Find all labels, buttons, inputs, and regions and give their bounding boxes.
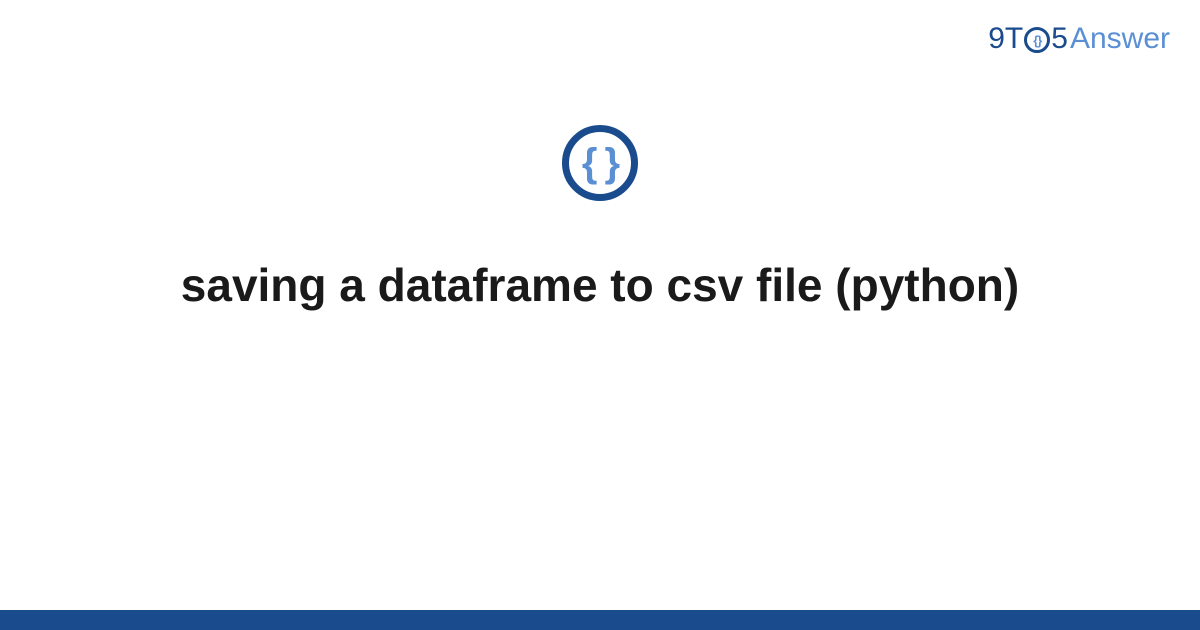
brand-text-answer: Answer bbox=[1070, 22, 1170, 56]
site-logo: 9T {} 5 Answer bbox=[988, 22, 1170, 56]
brand-text-5: 5 bbox=[1051, 22, 1068, 56]
code-braces-icon: { } bbox=[582, 141, 618, 186]
category-icon: { } bbox=[562, 125, 638, 201]
main-content: { } saving a dataframe to csv file (pyth… bbox=[0, 125, 1200, 315]
brand-text-9t: 9T bbox=[988, 22, 1023, 56]
page-title: saving a dataframe to csv file (python) bbox=[181, 256, 1019, 315]
footer-accent-bar bbox=[0, 610, 1200, 630]
brand-circle-inner: {} bbox=[1033, 33, 1041, 48]
brand-circle-icon: {} bbox=[1024, 27, 1050, 53]
